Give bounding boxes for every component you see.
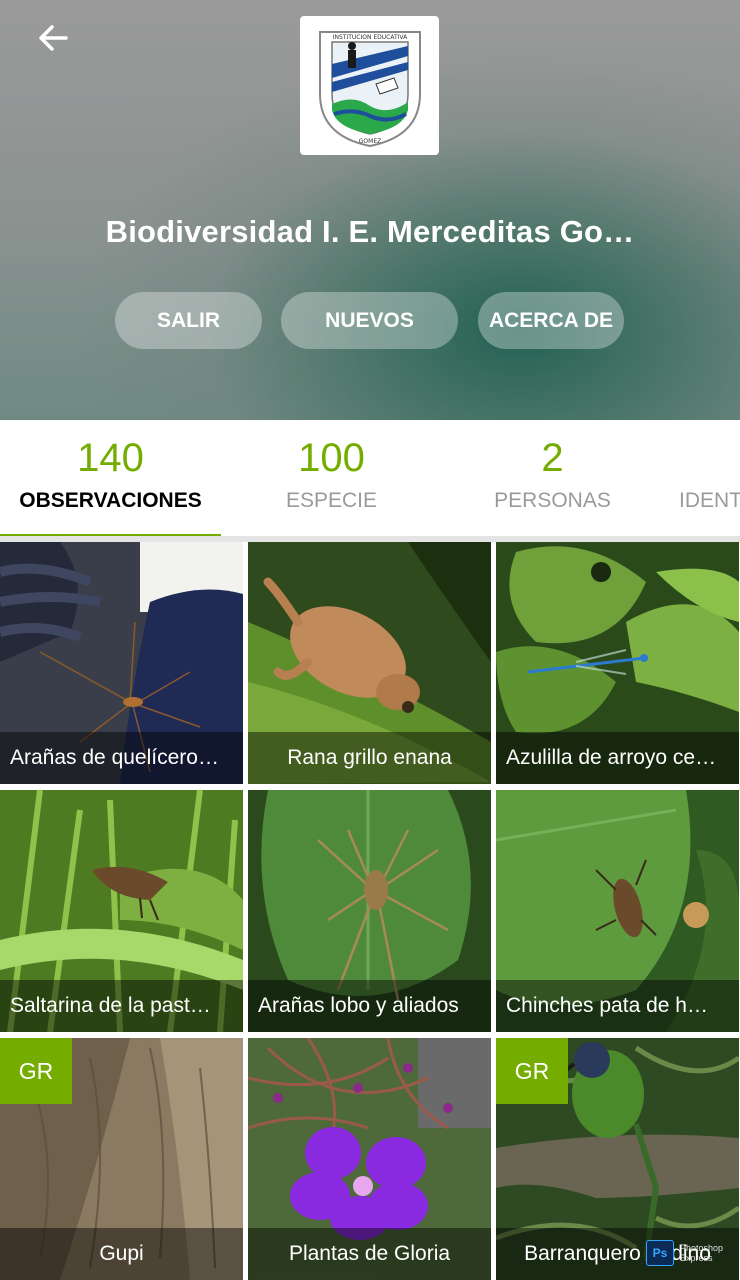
observation-card[interactable]: Plantas de Gloria [248,1038,491,1280]
observation-card[interactable]: GR Gupi [0,1038,243,1280]
svg-text:INSTITUCION EDUCATIVA: INSTITUCION EDUCATIVA [332,34,407,41]
stats-tabs: 140 OBSERVACIONES 100 ESPECIE 2 PERSONAS… [0,420,740,537]
watermark-line-1: Photoshop [679,1243,723,1253]
tab-observations[interactable]: 140 OBSERVACIONES [0,420,221,537]
species-label: ESPECIE [285,489,378,512]
observations-count: 140 [77,436,144,480]
photoshop-icon: Ps [645,1240,674,1266]
species-count: 100 [298,436,365,480]
arrow-left-icon [39,25,68,51]
photoshop-watermark: Ps Photoshop Express [645,1240,723,1266]
identifiers-label: IDENT [679,489,740,512]
back-button[interactable] [30,18,78,58]
observation-caption: Chinches pata de h… [496,980,739,1032]
observation-caption: Gupi [0,1228,243,1280]
observation-card[interactable]: Chinches pata de h… [496,790,739,1032]
about-button[interactable]: ACERCA DE [478,292,624,349]
observation-card[interactable]: Saltarina de la past… [0,790,243,1032]
grade-badge: GR [496,1038,568,1104]
observation-caption: Arañas lobo y aliados [248,980,491,1032]
observation-card[interactable]: Rana grillo enana [248,542,491,784]
tab-people[interactable]: 2 PERSONAS [442,420,663,537]
observation-caption: Azulilla de arroyo ce… [496,732,739,784]
exit-button[interactable]: SALIR [115,292,262,349]
observation-card[interactable]: GR Barranquero Andino Ps Photoshop Expre… [496,1038,739,1280]
school-shield-logo: INSTITUCION EDUCATIVA GOMEZ [318,30,421,147]
observation-grid: Arañas de quelícero… Rana grillo enana A… [0,542,740,1280]
observation-caption: Arañas de quelícero… [0,732,243,784]
project-header: INSTITUCION EDUCATIVA GOMEZ Biodiversida… [0,0,740,420]
news-button[interactable]: NUEVOS [281,292,458,349]
observation-card[interactable]: Azulilla de arroyo ce… [496,542,739,784]
tab-species[interactable]: 100 ESPECIE [221,420,442,537]
grade-badge: GR [0,1038,72,1104]
people-count: 2 [541,436,564,480]
observation-caption: Plantas de Gloria [248,1228,491,1280]
observation-card[interactable]: Arañas lobo y aliados [248,790,491,1032]
project-title: Biodiversidad I. E. Merceditas Go… [105,214,635,249]
watermark-line-2: Express [679,1253,713,1263]
project-logo: INSTITUCION EDUCATIVA GOMEZ [300,16,439,155]
observation-caption: Rana grillo enana [248,732,491,784]
people-label: PERSONAS [494,489,611,512]
svg-text:GOMEZ: GOMEZ [358,138,380,145]
header-actions: SALIR NUEVOS ACERCA DE [0,292,740,349]
tab-identifiers[interactable]: IDENT [663,420,740,537]
observations-label: OBSERVACIONES [19,489,202,512]
observation-card[interactable]: Arañas de quelícero… [0,542,243,784]
observation-caption: Saltarina de la past… [0,980,243,1032]
